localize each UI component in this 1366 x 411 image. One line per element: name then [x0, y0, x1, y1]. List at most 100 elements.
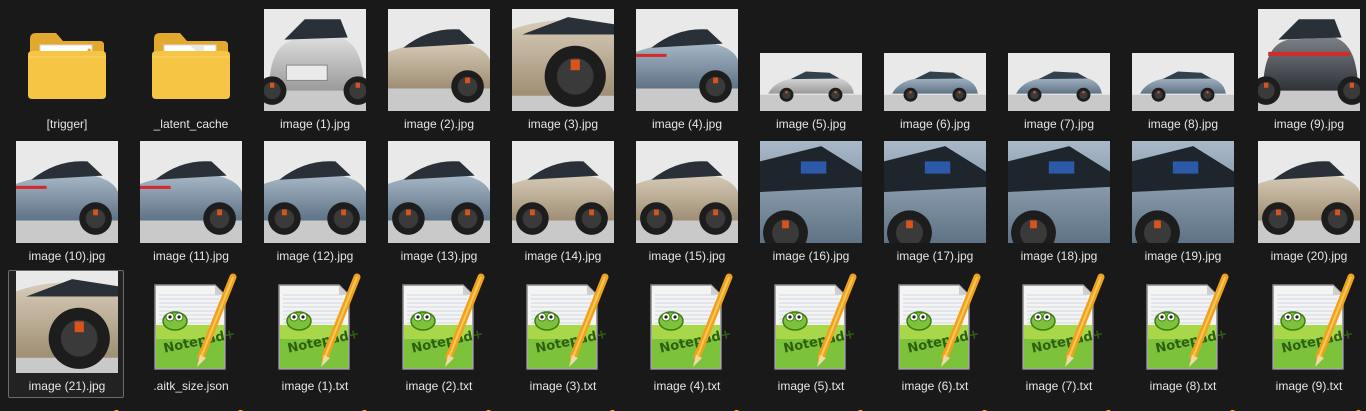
notepad-plus-plus-icon: Notepad+: [505, 271, 621, 375]
image-thumbnail: [9, 141, 125, 245]
image-thumbnail: [877, 9, 993, 113]
image-thumbnail: [877, 141, 993, 245]
file-item-image-21-jpg[interactable]: image (21).jpg: [8, 270, 124, 398]
file-item-image-20-jpg[interactable]: image (20).jpg: [1250, 140, 1366, 268]
image-thumbnail: [760, 141, 862, 243]
image-thumbnail: [264, 141, 366, 243]
file-item-image-16-jpg[interactable]: image (16).jpg: [752, 140, 868, 268]
file-item-latent-cache[interactable]: _latent_cache: [132, 8, 248, 136]
notepad-plus-plus-icon: Notepad+: [257, 271, 373, 375]
notepad-plus-plus-icon: Notepad+: [877, 271, 993, 375]
image-thumbnail: [1132, 141, 1234, 243]
file-name-label: [trigger]: [46, 117, 88, 131]
file-item-image-12-jpg[interactable]: image (12).jpg: [256, 140, 372, 268]
notepad-plus-plus-icon: [1346, 404, 1366, 411]
notepad-plus-plus-icon: [600, 404, 620, 411]
image-thumbnail: [1001, 141, 1117, 245]
notepad-plus-plus-icon: Notepad+: [1251, 271, 1366, 375]
image-thumbnail: [753, 141, 869, 245]
file-name-label: image (4).txt: [653, 379, 721, 393]
image-thumbnail: [388, 9, 490, 111]
image-thumbnail: [140, 141, 242, 243]
file-name-label: image (1).txt: [281, 379, 349, 393]
file-item-image-4-txt[interactable]: Notepad+ image (4).txt: [628, 270, 744, 398]
file-item-image-1-jpg[interactable]: image (1).jpg: [256, 8, 372, 136]
file-name-label: image (19).jpg: [1144, 249, 1222, 263]
file-name-label: image (15).jpg: [648, 249, 726, 263]
file-item-image-19-jpg[interactable]: image (19).jpg: [1124, 140, 1240, 268]
file-item-image-5-txt[interactable]: Notepad+ image (5).txt: [752, 270, 868, 398]
image-thumbnail: [257, 141, 373, 245]
file-item-image-6-jpg[interactable]: image (6).jpg: [876, 8, 992, 136]
image-thumbnail: [257, 9, 373, 113]
file-item-image-5-jpg[interactable]: image (5).jpg: [752, 8, 868, 136]
image-thumbnail: [636, 9, 738, 111]
image-thumbnail: [1251, 9, 1366, 113]
image-thumbnail: [264, 9, 366, 111]
file-item-image-2-txt[interactable]: Notepad+ image (2).txt: [380, 270, 496, 398]
file-explorer-view: [trigger] _latent_cache image (1).jpg image…: [0, 0, 1366, 411]
notepad-plus-plus-icon: Notepad+: [275, 273, 363, 373]
image-thumbnail: [381, 9, 497, 113]
file-item-image-6-txt[interactable]: Notepad+ image (6).txt: [876, 270, 992, 398]
notepad-plus-plus-icon: Notepad+: [1269, 273, 1357, 373]
file-item-image-1-txt[interactable]: Notepad+ image (1).txt: [256, 270, 372, 398]
file-name-label: image (5).txt: [777, 379, 845, 393]
file-name-label: image (20).jpg: [1270, 249, 1348, 263]
file-item-image-11-jpg[interactable]: image (11).jpg: [132, 140, 248, 268]
notepad-plus-plus-icon: [848, 404, 868, 411]
file-name-label: image (12).jpg: [276, 249, 354, 263]
notepad-plus-plus-icon: Notepad+: [523, 273, 611, 373]
notepad-plus-plus-icon: Notepad+: [1143, 273, 1231, 373]
file-item-image-15-jpg[interactable]: image (15).jpg: [628, 140, 744, 268]
file-item-image-13-jpg[interactable]: image (13).jpg: [380, 140, 496, 268]
image-thumbnail: [629, 141, 745, 245]
file-item-image-3-txt[interactable]: Notepad+ image (3).txt: [504, 270, 620, 398]
image-thumbnail: [381, 141, 497, 245]
notepad-plus-plus-icon: Notepad+: [1019, 273, 1107, 373]
file-name-label: image (8).jpg: [1147, 117, 1219, 131]
file-item-aitk-size-json[interactable]: Notepad+ .aitk_size.json: [132, 270, 248, 398]
notepad-plus-plus-icon: Notepad+: [381, 271, 497, 375]
file-item-image-9-jpg[interactable]: image (9).jpg: [1250, 8, 1366, 136]
file-name-label: image (13).jpg: [400, 249, 478, 263]
file-item-image-7-jpg[interactable]: image (7).jpg: [1000, 8, 1116, 136]
notepad-plus-plus-icon: [724, 404, 744, 411]
file-item-image-10-jpg[interactable]: image (10).jpg: [8, 140, 124, 268]
image-thumbnail: [629, 9, 745, 113]
file-item-trigger[interactable]: [trigger]: [8, 8, 124, 136]
image-thumbnail: [884, 53, 986, 111]
image-thumbnail: [760, 53, 862, 111]
image-thumbnail: [512, 141, 614, 243]
file-name-label: image (2).txt: [405, 379, 473, 393]
file-name-label: image (3).txt: [529, 379, 597, 393]
file-name-label: image (2).jpg: [403, 117, 475, 131]
file-name-label: image (3).jpg: [527, 117, 599, 131]
file-item-image-9-txt[interactable]: Notepad+ image (9).txt: [1250, 270, 1366, 398]
notepad-plus-plus-icon: Notepad+: [1001, 271, 1117, 375]
notepad-plus-plus-icon: [228, 404, 248, 411]
file-item-image-14-jpg[interactable]: image (14).jpg: [504, 140, 620, 268]
file-name-label: image (9).jpg: [1273, 117, 1345, 131]
image-thumbnail: [1008, 141, 1110, 243]
notepad-plus-plus-icon: [1220, 404, 1240, 411]
file-item-image-3-jpg[interactable]: image (3).jpg: [504, 8, 620, 136]
notepad-plus-plus-icon: [972, 404, 992, 411]
file-item-image-2-jpg[interactable]: image (2).jpg: [380, 8, 496, 136]
notepad-plus-plus-icon: [476, 404, 496, 411]
image-thumbnail: [1125, 141, 1241, 245]
file-item-image-8-jpg[interactable]: image (8).jpg: [1124, 8, 1240, 136]
image-thumbnail: [1132, 53, 1234, 111]
file-item-image-7-txt[interactable]: Notepad+ image (7).txt: [1000, 270, 1116, 398]
image-thumbnail: [1008, 53, 1110, 111]
file-item-image-4-jpg[interactable]: image (4).jpg: [628, 8, 744, 136]
file-item-image-8-txt[interactable]: Notepad+ image (8).txt: [1124, 270, 1240, 398]
file-name-label: .aitk_size.json: [153, 379, 229, 393]
image-thumbnail: [133, 141, 249, 245]
folder-icon: [26, 23, 108, 105]
file-item-image-17-jpg[interactable]: image (17).jpg: [876, 140, 992, 268]
folder-icon: [133, 9, 249, 113]
folder-icon: [150, 23, 232, 105]
file-item-image-18-jpg[interactable]: image (18).jpg: [1000, 140, 1116, 268]
image-thumbnail: [505, 9, 621, 113]
